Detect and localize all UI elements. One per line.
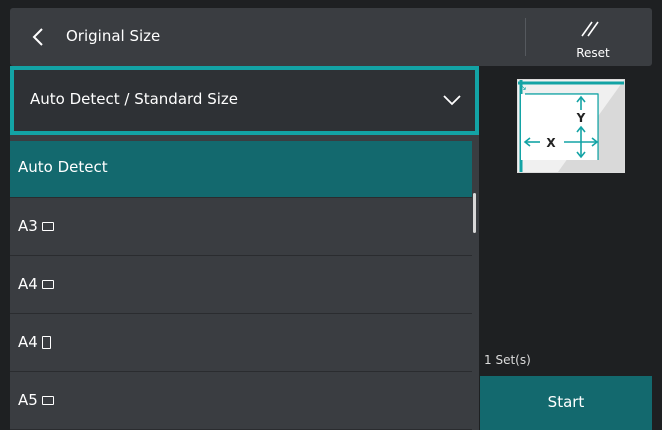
size-dropdown-value: Auto Detect / Standard Size [30, 90, 239, 108]
landscape-orientation-icon [41, 279, 54, 289]
option-a4-landscape[interactable]: A4 [10, 257, 472, 314]
option-label: A4 [18, 275, 38, 293]
option-auto-detect[interactable]: Auto Detect [10, 141, 472, 198]
landscape-orientation-icon [41, 395, 54, 405]
double-slash-icon [581, 21, 599, 37]
reset-button[interactable]: Reset [543, 12, 643, 62]
start-button[interactable]: Start [480, 376, 652, 430]
side-panel: ↘ Y X 1 Set(s) Start [480, 66, 652, 430]
option-label: A3 [18, 217, 38, 235]
portrait-orientation-icon [41, 335, 51, 349]
landscape-orientation-icon [41, 221, 54, 231]
option-label: A4 [18, 333, 38, 351]
page-title: Original Size [66, 27, 161, 45]
sets-count: 1 Set(s) [484, 353, 531, 367]
header-divider [525, 18, 526, 56]
list-scrollbar[interactable] [472, 141, 479, 430]
header-bar: Original Size Reset [10, 8, 652, 66]
size-dropdown[interactable]: Auto Detect / Standard Size [10, 66, 479, 135]
document-xy-preview-icon: ↘ Y X [518, 80, 624, 172]
option-a4-portrait[interactable]: A4 [10, 315, 472, 372]
option-label: Auto Detect [18, 158, 108, 176]
scrollbar-thumb[interactable] [473, 193, 476, 233]
option-a3-landscape[interactable]: A3 [10, 199, 472, 256]
original-size-list-panel: Auto Detect / Standard Size Auto Detect … [10, 66, 479, 430]
chevron-down-icon [443, 95, 461, 106]
option-label: A5 [18, 391, 38, 409]
svg-text:↘: ↘ [520, 83, 527, 92]
option-a5-landscape[interactable]: A5 [10, 373, 472, 430]
start-label: Start [547, 393, 585, 411]
size-options-list: Auto Detect A3 A4 A4 A5 [10, 141, 472, 430]
size-dropdown-inner[interactable]: Auto Detect / Standard Size [14, 70, 475, 131]
original-preview: ↘ Y X [517, 79, 625, 173]
reset-label: Reset [576, 46, 610, 60]
back-button[interactable] [28, 25, 50, 49]
preview-x-label: X [546, 136, 556, 150]
chevron-left-icon [32, 28, 43, 46]
preview-y-label: Y [576, 111, 586, 125]
